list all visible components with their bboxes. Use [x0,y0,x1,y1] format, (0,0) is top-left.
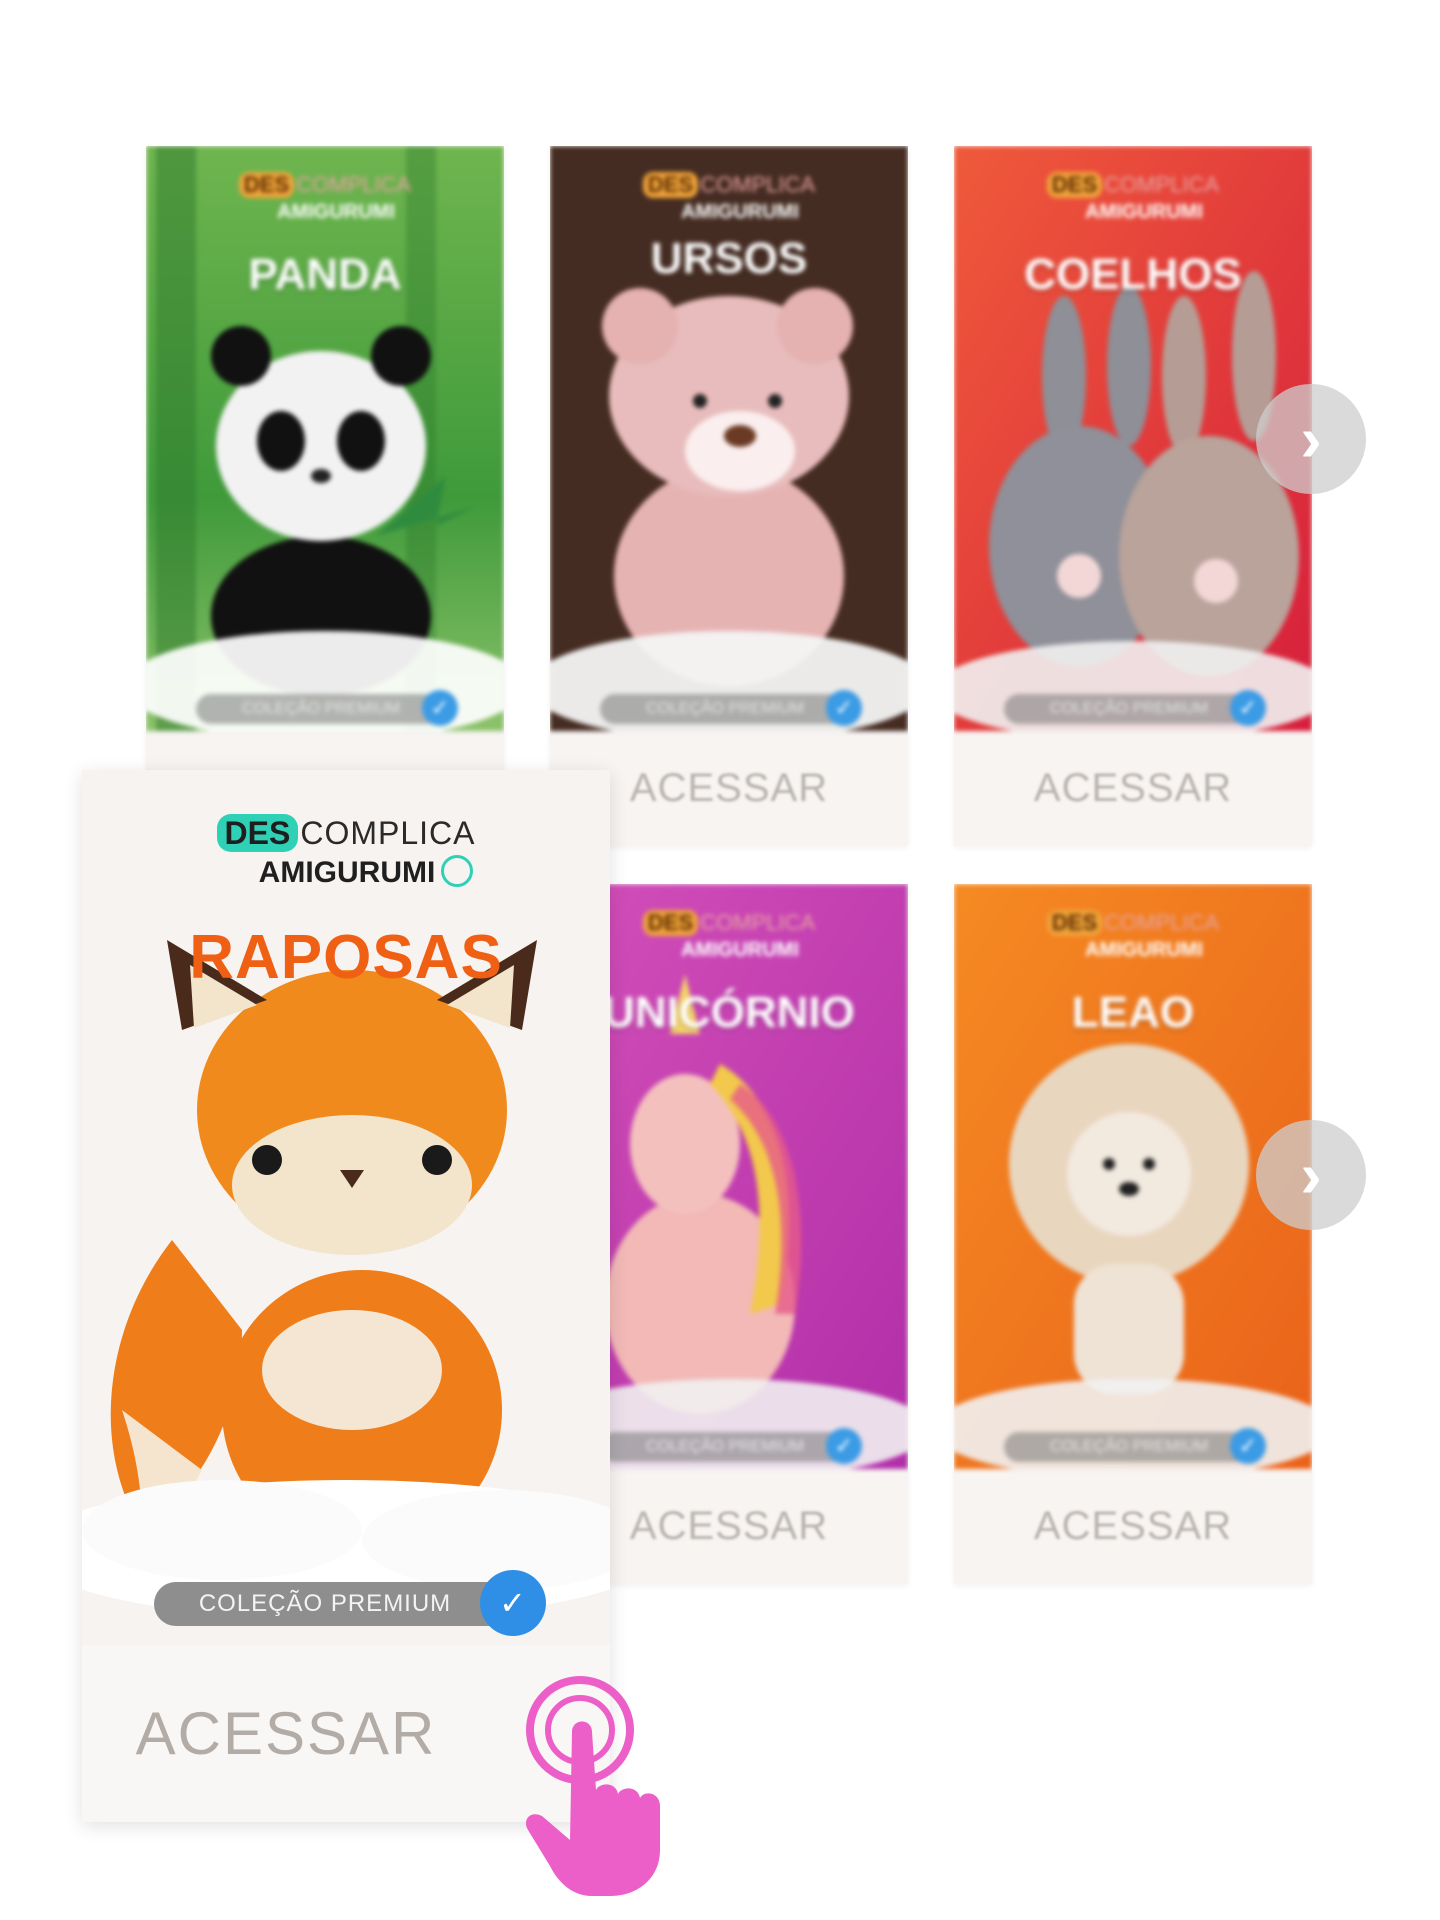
verified-check-icon: ✓ [422,690,458,726]
card-image: DES COMPLICA AMIGURUMI URSOS COLEÇÃO PREM… [550,146,908,731]
brand-logo: DES COMPLICA AMIGURUMI [550,172,908,222]
product-card-leao[interactable]: DES COMPLICA AMIGURUMI LEAO COLEÇÃO PREMI… [954,884,1312,1584]
card-title: PANDA [248,250,402,299]
premium-badge: COLEÇÃO PREMIUM ✓ [600,690,862,726]
featured-card-image: DES COMPLICA AMIGURUMI RAPOSAS COLEÇÃO PR… [82,770,610,1645]
verified-check-icon: ✓ [1230,690,1266,726]
premium-badge: COLEÇÃO PREMIUM ✓ [1004,690,1266,726]
brand-logo: DES COMPLICA AMIGURUMI [146,172,504,222]
chevron-right-icon: › [1300,1139,1322,1211]
product-card-ursos[interactable]: DES COMPLICA AMIGURUMI URSOS COLEÇÃO PREM… [550,146,908,846]
yarn-ball-icon [441,855,474,888]
card-title: URSOS [650,234,808,283]
premium-badge: COLEÇÃO PREMIUM ✓ [600,1428,862,1464]
verified-check-icon: ✓ [1230,1428,1266,1464]
featured-card-raposas[interactable]: DES COMPLICA AMIGURUMI RAPOSAS COLEÇÃO PR… [82,770,610,1822]
chevron-right-icon: › [1300,403,1322,475]
product-card-coelhos[interactable]: DES COMPLICA AMIGURUMI COELHOS COLEÇÃO PR… [954,146,1312,846]
verified-check-icon: ✓ [826,690,862,726]
carousel-next-button[interactable]: › [1256,384,1366,494]
access-button[interactable]: ACESSAR [954,1469,1312,1584]
access-button[interactable]: ACESSAR [954,731,1312,846]
brand-logo: DES COMPLICA AMIGURUMI [82,814,610,890]
premium-badge: COLEÇÃO PREMIUM ✓ [154,1574,542,1632]
card-title: LEAO [1071,988,1195,1037]
carousel-next-button[interactable]: › [1256,1120,1366,1230]
premium-badge: COLEÇÃO PREMIUM ✓ [196,690,458,726]
card-title: COELHOS [1024,250,1242,299]
brand-logo: DES COMPLICA AMIGURUMI [954,910,1312,960]
verified-check-icon: ✓ [826,1428,862,1464]
verified-check-icon: ✓ [484,1574,542,1632]
tap-hand-icon [525,1676,660,1896]
featured-card-title: RAPOSAS [189,923,503,992]
product-card-panda[interactable]: DES COMPLICA AMIGURUMI PANDA COLEÇÃO PREM… [146,146,504,846]
brand-logo: DES COMPLICA AMIGURUMI [954,172,1312,222]
card-image: DES COMPLICA AMIGURUMI PANDA COLEÇÃO PREM… [146,146,504,731]
premium-badge: COLEÇÃO PREMIUM ✓ [1004,1428,1266,1464]
